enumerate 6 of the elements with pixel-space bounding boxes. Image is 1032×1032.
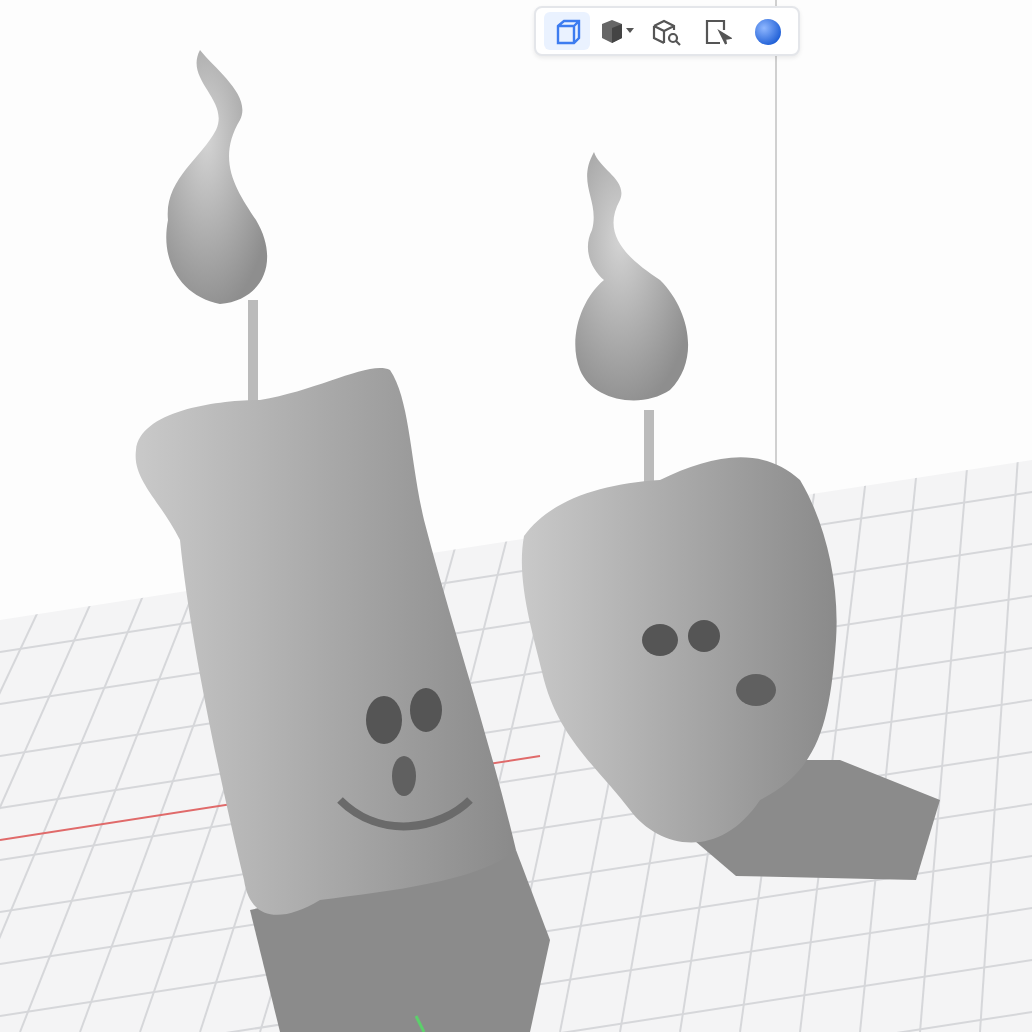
sphere-icon (753, 17, 781, 45)
cube-view-icon (553, 17, 581, 45)
solid-cube-icon (599, 18, 635, 44)
cube-search-icon (652, 17, 682, 45)
cursor-select-icon (703, 17, 731, 45)
y-axis-line (414, 1015, 426, 1032)
